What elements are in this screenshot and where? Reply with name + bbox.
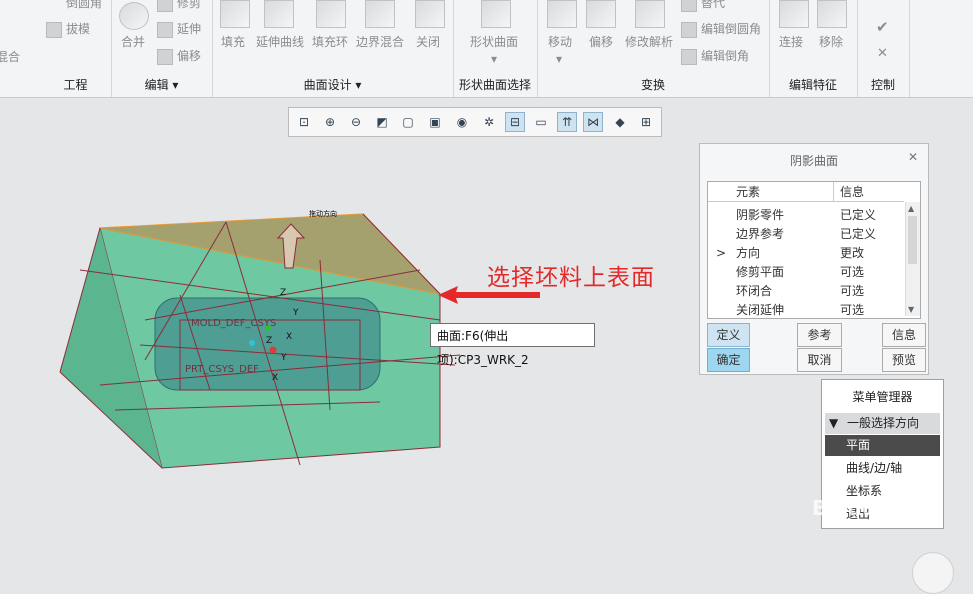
define-button[interactable]: 定义	[707, 323, 750, 347]
row-info: 可选	[840, 303, 865, 317]
axis-label-z2: Z	[266, 336, 273, 346]
csys-origin-cyan	[249, 340, 255, 346]
cancel-button[interactable]: 取消	[797, 348, 842, 372]
table-row[interactable]: > 方向 更改	[708, 244, 904, 263]
row-info: 已定义	[840, 227, 877, 241]
corner-circle-icon[interactable]	[912, 552, 954, 594]
info-button[interactable]: 信息	[882, 323, 926, 347]
table-row[interactable]: 阴影零件 已定义	[708, 206, 904, 225]
axis-label-z1: Z	[280, 288, 287, 298]
collapse-icon[interactable]: ▼	[829, 413, 838, 434]
row-info: 可选	[840, 265, 865, 279]
axis-label-x1: X	[286, 332, 293, 342]
row-element: 关闭延伸	[736, 303, 785, 317]
reference-button[interactable]: 参考	[797, 323, 842, 347]
row-element: 环闭合	[736, 284, 773, 298]
table-row[interactable]: 环闭合 可选	[708, 282, 904, 301]
row-element: 修剪平面	[736, 265, 785, 279]
part-csys-label: PRT_CSYS_DEF	[185, 364, 259, 375]
row-element: 边界参考	[736, 227, 785, 241]
menu-item-curve-edge-axis[interactable]: 曲线/边/轴	[825, 458, 940, 479]
table-row[interactable]: 边界参考 已定义	[708, 225, 904, 244]
dialog-close-icon[interactable]: ✕	[908, 150, 918, 164]
scroll-up-icon[interactable]: ▲	[908, 204, 914, 213]
watermark: Baidu 经验	[812, 496, 924, 520]
ok-button[interactable]: 确定	[707, 348, 750, 372]
row-element: 方向	[736, 246, 761, 260]
element-table: 元素 信息 阴影零件 已定义 边界参考 已定义 > 方向 更改 修剪平面 可选 环闭合 可选…	[707, 181, 921, 319]
menu-manager-title: 菜单管理器	[852, 390, 913, 404]
drag-direction-label: 拖动方向	[309, 210, 337, 218]
axis-label-x2: X	[272, 373, 279, 383]
row-info: 更改	[840, 246, 865, 260]
row-info: 可选	[840, 284, 865, 298]
column-header-info: 信息	[834, 182, 904, 202]
axis-label-y2: Y	[281, 353, 287, 363]
menu-item-plane[interactable]: 平面	[825, 435, 940, 456]
table-row[interactable]: 关闭延伸 可选	[708, 301, 904, 318]
preview-button[interactable]: 预览	[882, 348, 926, 372]
table-scrollbar[interactable]: ▲ ▼	[905, 202, 920, 316]
table-row[interactable]: 修剪平面 可选	[708, 263, 904, 282]
row-marker: >	[716, 246, 727, 260]
mold-csys-label: MOLD_DEF_CSYS	[191, 318, 277, 329]
row-element: 阴影零件	[736, 208, 785, 222]
row-info: 已定义	[840, 208, 877, 222]
scroll-thumb[interactable]	[908, 216, 917, 264]
shadow-surface-dialog: 阴影曲面 ✕ 元素 信息 阴影零件 已定义 边界参考 已定义 > 方向 更改 修剪平面可…	[699, 143, 929, 375]
annotation-text: 选择坯料上表面	[487, 265, 655, 291]
selection-tooltip: 曲面:F6(伸出项):CP3_WRK_2	[430, 323, 595, 367]
column-header-element: 元素	[708, 182, 834, 202]
menu-section-direction[interactable]: ▼ 一般选择方向	[825, 413, 940, 434]
csys-origin-red	[269, 346, 277, 354]
axis-label-y1: Y	[293, 308, 299, 318]
dialog-title: 阴影曲面	[789, 154, 838, 168]
scroll-down-icon[interactable]: ▼	[908, 305, 914, 314]
